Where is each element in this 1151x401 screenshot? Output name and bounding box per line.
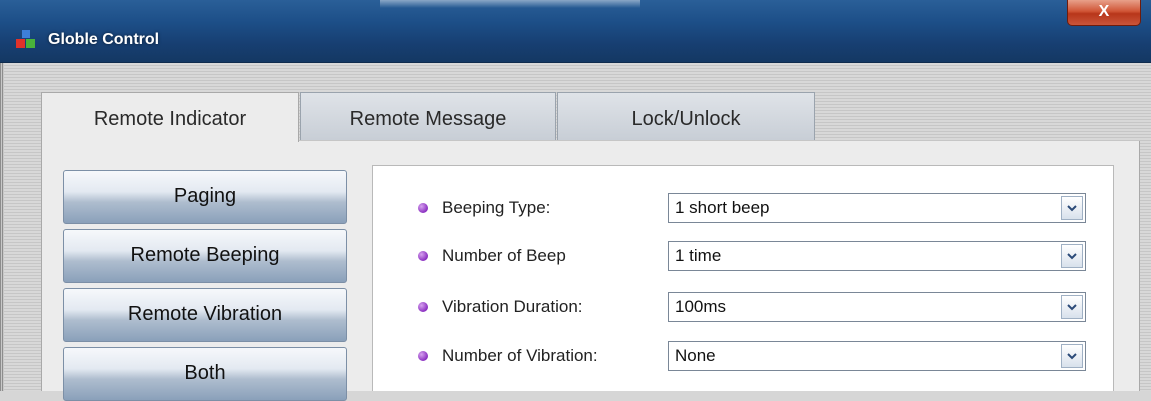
- bullet-icon: [418, 251, 428, 261]
- tab-label: Remote Message: [349, 108, 507, 130]
- button-label: Remote Vibration: [127, 303, 283, 325]
- select-value: 1 short beep: [675, 198, 770, 217]
- close-button[interactable]: X: [1067, 0, 1141, 26]
- button-label: Paging: [173, 185, 237, 207]
- remote-beeping-button[interactable]: Remote Beeping: [63, 229, 347, 283]
- label-text: Number of Beep: [442, 246, 566, 265]
- number-of-vibration-select[interactable]: None: [668, 341, 1086, 371]
- label-text: Vibration Duration:: [442, 297, 583, 316]
- title-bar-glare: [380, 0, 640, 8]
- bullet-icon: [418, 302, 428, 312]
- beeping-type-select[interactable]: 1 short beep: [668, 193, 1086, 223]
- button-label: Remote Beeping: [130, 244, 280, 266]
- vibration-duration-label: Vibration Duration:: [418, 297, 583, 317]
- chevron-down-icon[interactable]: [1061, 196, 1083, 220]
- title-bar: Globle Control: [0, 0, 1151, 63]
- number-of-beep-select[interactable]: 1 time: [668, 241, 1086, 271]
- bullet-icon: [418, 351, 428, 361]
- tab-remote-message[interactable]: Remote Message: [300, 92, 556, 140]
- window-left-edge: [0, 63, 4, 391]
- select-value: None: [675, 346, 716, 365]
- close-icon: X: [1098, 3, 1110, 20]
- remote-vibration-button[interactable]: Remote Vibration: [63, 288, 347, 342]
- bullet-icon: [418, 203, 428, 213]
- vibration-duration-select[interactable]: 100ms: [668, 292, 1086, 322]
- paging-button[interactable]: Paging: [63, 170, 347, 224]
- label-text: Beeping Type:: [442, 198, 551, 217]
- tab-label: Lock/Unlock: [631, 108, 741, 130]
- label-text: Number of Vibration:: [442, 346, 598, 365]
- chevron-down-icon[interactable]: [1061, 244, 1083, 268]
- select-value: 1 time: [675, 246, 722, 265]
- tab-remote-indicator[interactable]: Remote Indicator: [41, 92, 299, 142]
- number-of-beep-label: Number of Beep: [418, 246, 566, 266]
- beeping-type-label: Beeping Type:: [418, 198, 550, 218]
- tab-lock-unlock[interactable]: Lock/Unlock: [557, 92, 815, 140]
- chevron-down-icon[interactable]: [1061, 295, 1083, 319]
- chevron-down-icon[interactable]: [1061, 344, 1083, 368]
- both-button[interactable]: Both: [63, 347, 347, 401]
- window-title: Globle Control: [48, 31, 160, 48]
- tab-label: Remote Indicator: [93, 108, 247, 130]
- button-label: Both: [184, 362, 226, 384]
- app-icon: [16, 30, 35, 48]
- number-of-vibration-label: Number of Vibration:: [418, 346, 598, 366]
- select-value: 100ms: [675, 297, 727, 316]
